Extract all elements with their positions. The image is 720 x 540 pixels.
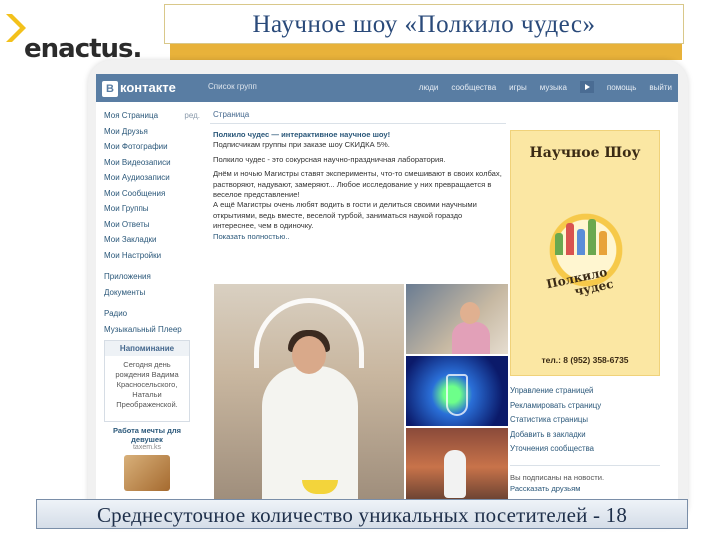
- photo-glow-flask[interactable]: [406, 356, 508, 426]
- post-headline: Полкило чудес — интерактивное научное шо…: [213, 130, 391, 139]
- vk-header: Вконтакте Список групп люди сообщества и…: [96, 74, 678, 102]
- post-discount: Подписчикам группы при заказе шоу СКИДКА…: [213, 140, 390, 150]
- vk-left-menu: Моя Страница ред. Мои Друзья Мои Фотограф…: [104, 108, 200, 337]
- menu-my-page-label: Моя Страница: [104, 111, 159, 120]
- vk-right-column: Научное Шоу Полкило чудес тел.: 8 (952) …: [510, 130, 660, 494]
- vk-logo-letter: В: [102, 81, 118, 97]
- vk-logo[interactable]: Вконтакте: [102, 80, 176, 97]
- reminder-body[interactable]: Сегодня день рождения Вадима Красносельс…: [105, 356, 189, 414]
- menu-messages[interactable]: Мои Сообщения: [104, 186, 200, 202]
- tab-page[interactable]: Страница: [210, 108, 506, 124]
- photo-kid[interactable]: [406, 284, 508, 354]
- nav-communities[interactable]: сообщества: [451, 83, 496, 93]
- slide-title-box: Научное шоу «Полкило чудес»: [164, 4, 684, 44]
- photo-flask: [446, 374, 468, 416]
- nav-music[interactable]: музыка: [540, 83, 567, 93]
- action-community-notes[interactable]: Уточнения сообщества: [510, 442, 660, 457]
- ad-image[interactable]: [124, 455, 170, 491]
- photo-kid-head: [460, 302, 480, 324]
- menu-answers[interactable]: Мои Ответы: [104, 217, 200, 233]
- action-page-stats[interactable]: Статистика страницы: [510, 413, 660, 428]
- photo-gallery: [214, 284, 508, 506]
- reminder-box: Напоминание Сегодня день рождения Вадима…: [104, 340, 190, 422]
- group-poster[interactable]: Научное Шоу Полкило чудес тел.: 8 (952) …: [510, 130, 660, 376]
- action-add-bookmark[interactable]: Добавить в закладки: [510, 428, 660, 443]
- menu-audio[interactable]: Мои Аудиозаписи: [104, 170, 200, 186]
- post-body-2: А ещё Магистры очень любят водить в гост…: [213, 200, 477, 231]
- poster-title: Научное Шоу: [529, 145, 641, 161]
- photo-robot[interactable]: [406, 428, 508, 506]
- menu-friends[interactable]: Мои Друзья: [104, 124, 200, 140]
- menu-apps[interactable]: Приложения: [104, 269, 200, 285]
- poster-bottles-icon: [555, 215, 617, 255]
- photo-robot-figure: [444, 450, 466, 498]
- accent-bar: [170, 44, 682, 60]
- menu-radio[interactable]: Радио: [104, 306, 200, 322]
- enactus-logo: enactus.: [2, 4, 142, 68]
- poster-phone: тел.: 8 (952) 358-6735: [541, 355, 629, 365]
- subscribed-text: Вы подписаны на новости.: [510, 472, 605, 482]
- play-icon[interactable]: [579, 81, 594, 93]
- vk-search-link[interactable]: Список групп: [208, 82, 257, 91]
- ad-block[interactable]: Работа мечты для девушек taxem.ks: [104, 426, 190, 491]
- ad-url[interactable]: taxem.ks: [104, 444, 190, 451]
- action-advertise-page[interactable]: Рекламировать страницу: [510, 399, 660, 414]
- menu-settings[interactable]: Мои Настройки: [104, 248, 200, 264]
- vk-page: Вконтакте Список групп люди сообщества и…: [96, 74, 678, 506]
- post-intro: Полкило чудес - это сокурсная научно-пра…: [213, 154, 446, 164]
- subscription-status: Вы подписаны на новости. Рассказать друз…: [510, 464, 660, 494]
- menu-bookmarks[interactable]: Мои Закладки: [104, 232, 200, 248]
- menu-music-player[interactable]: Музыкальный Плеер: [104, 322, 200, 338]
- slide-title: Научное шоу «Полкило чудес»: [252, 11, 596, 38]
- photo-head: [292, 336, 326, 374]
- show-more-link[interactable]: Показать полностью..: [213, 232, 503, 242]
- edit-link[interactable]: ред.: [184, 108, 200, 124]
- menu-my-page[interactable]: Моя Страница ред.: [104, 108, 200, 124]
- page-actions: Управление страницей Рекламировать стран…: [510, 376, 660, 457]
- vk-logo-text: контакте: [120, 80, 176, 95]
- nav-games[interactable]: игры: [509, 83, 527, 93]
- menu-videos[interactable]: Мои Видеозаписи: [104, 155, 200, 171]
- vk-top-nav: люди сообщества игры музыка помощь выйти: [419, 81, 672, 93]
- main-photo[interactable]: [214, 284, 404, 506]
- slide-caption: Среднесуточное количество уникальных пос…: [96, 503, 628, 527]
- photo-kid-body: [452, 322, 490, 354]
- post-body: Днём и ночью Магистры ставят эксперимент…: [213, 169, 502, 200]
- tell-friends-link[interactable]: Рассказать друзьям: [510, 483, 660, 494]
- menu-groups[interactable]: Мои Группы: [104, 201, 200, 217]
- nav-help[interactable]: помощь: [607, 83, 636, 93]
- post: Полкило чудес — интерактивное научное шо…: [210, 124, 506, 242]
- nav-logout[interactable]: выйти: [649, 83, 672, 93]
- reminder-title: Напоминание: [105, 341, 189, 356]
- ad-title[interactable]: Работа мечты для девушек: [104, 426, 190, 444]
- action-manage-page[interactable]: Управление страницей: [510, 384, 660, 399]
- caption-box: Среднесуточное количество уникальных пос…: [36, 499, 688, 529]
- vk-main-content: Страница Полкило чудес — интерактивное н…: [210, 108, 506, 246]
- nav-people[interactable]: люди: [419, 83, 439, 93]
- menu-documents[interactable]: Документы: [104, 285, 200, 301]
- menu-photos[interactable]: Мои Фотографии: [104, 139, 200, 155]
